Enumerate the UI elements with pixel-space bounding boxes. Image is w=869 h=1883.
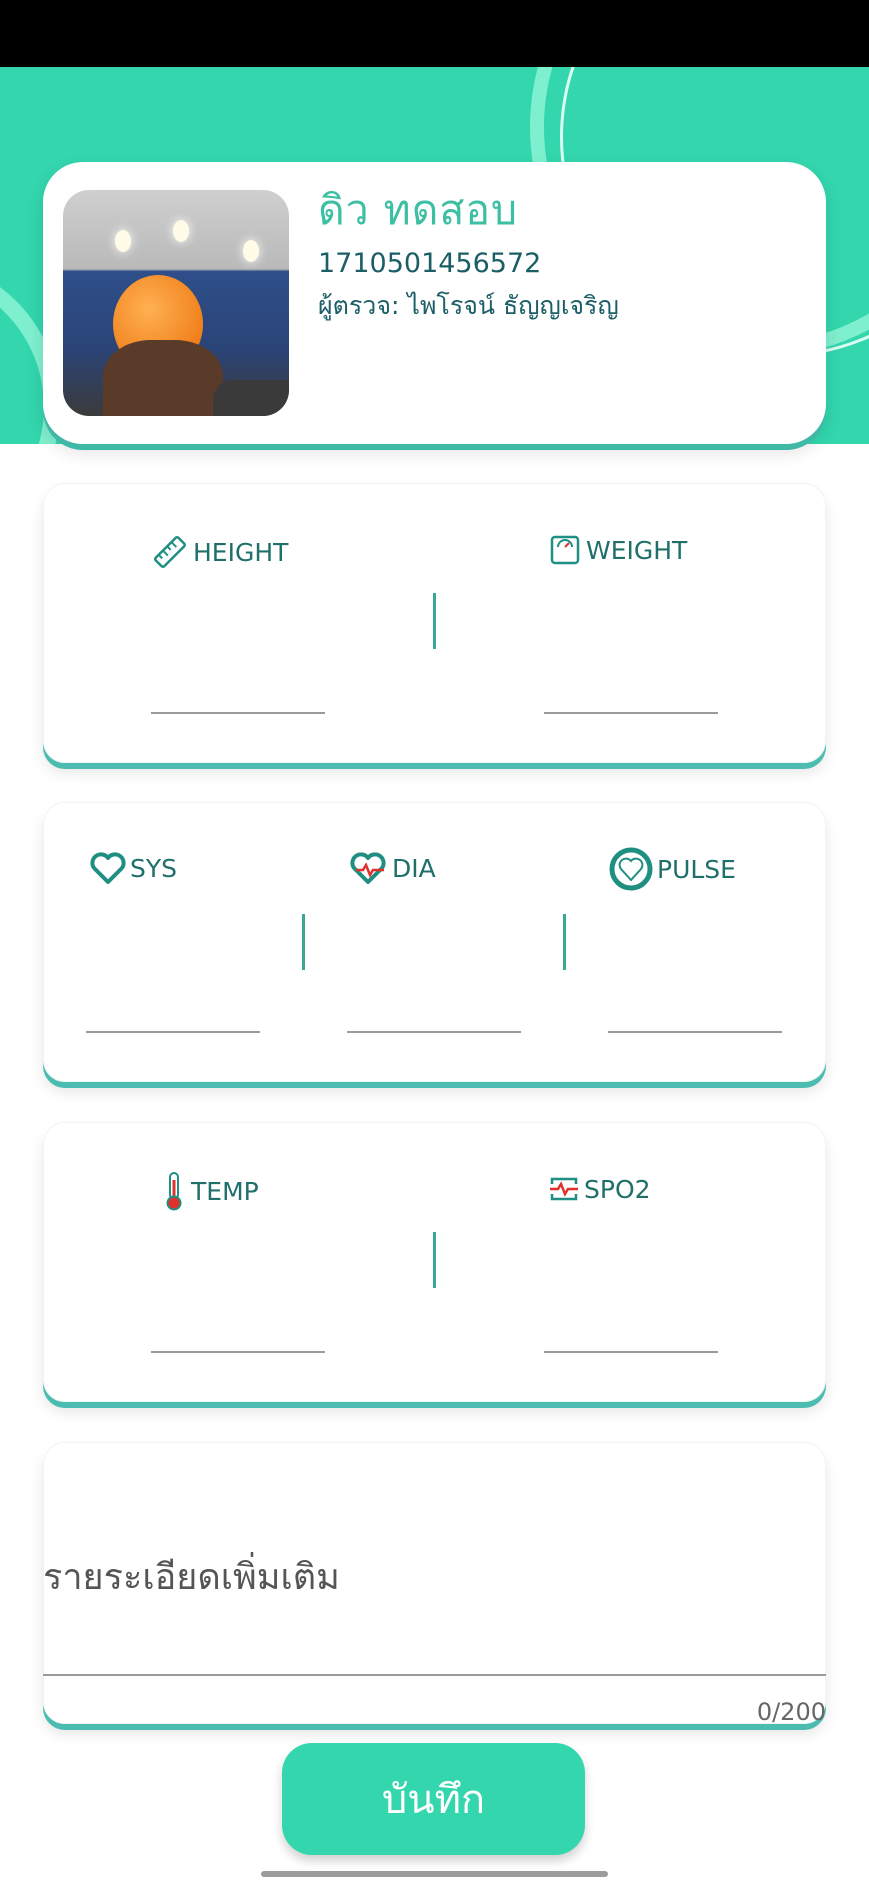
pulse-input[interactable]: [608, 1031, 782, 1033]
weight-label: WEIGHT: [548, 533, 687, 567]
notes-card: รายระเอียดเพิ่มเติม 0/200: [43, 1442, 826, 1726]
height-input[interactable]: [151, 712, 325, 714]
notes-input[interactable]: รายระเอียดเพิ่มเติม: [43, 1548, 340, 1605]
dia-label: DIA: [350, 851, 436, 885]
temp-label: TEMP: [161, 1170, 259, 1212]
home-indicator: [261, 1871, 608, 1877]
save-button[interactable]: บันทึก: [282, 1743, 585, 1855]
vitals-card: TEMP SPO2: [43, 1122, 826, 1402]
sys-input[interactable]: [86, 1031, 260, 1033]
notes-underline: [43, 1674, 826, 1676]
thermometer-icon: [161, 1170, 187, 1212]
divider: [563, 914, 566, 970]
scale-icon: [548, 533, 582, 567]
heart-outline-icon: [90, 851, 126, 885]
patient-profile-card: ดิว ทดสอบ 1710501456572 ผู้ตรวจ: ไพโรจน์…: [43, 162, 826, 444]
divider: [433, 1232, 436, 1288]
pulse-label: PULSE: [609, 847, 736, 891]
ruler-icon: [151, 533, 189, 571]
body-metrics-card: HEIGHT WEIGHT: [43, 483, 826, 763]
patient-id: 1710501456572: [318, 248, 542, 279]
spo2-label: SPO2: [548, 1174, 651, 1204]
spo2-input[interactable]: [544, 1351, 718, 1353]
patient-photo: [63, 190, 289, 416]
dia-input[interactable]: [347, 1031, 521, 1033]
patient-name: ดิว ทดสอบ: [318, 186, 519, 234]
heart-filled-icon: [609, 847, 653, 891]
status-bar: [0, 0, 869, 67]
divider: [302, 914, 305, 970]
character-counter: 0/200: [756, 1698, 826, 1726]
temp-input[interactable]: [151, 1351, 325, 1353]
blood-pressure-card: SYS DIA PULSE: [43, 802, 826, 1082]
divider: [433, 593, 436, 649]
height-label: HEIGHT: [151, 533, 288, 571]
heart-pulse-icon: [350, 851, 388, 885]
weight-input[interactable]: [544, 712, 718, 714]
examiner-name: ผู้ตรวจ: ไพโรจน์ ธัญญเจริญ: [318, 291, 619, 320]
sys-label: SYS: [90, 851, 177, 885]
monitor-pulse-icon: [548, 1174, 580, 1204]
